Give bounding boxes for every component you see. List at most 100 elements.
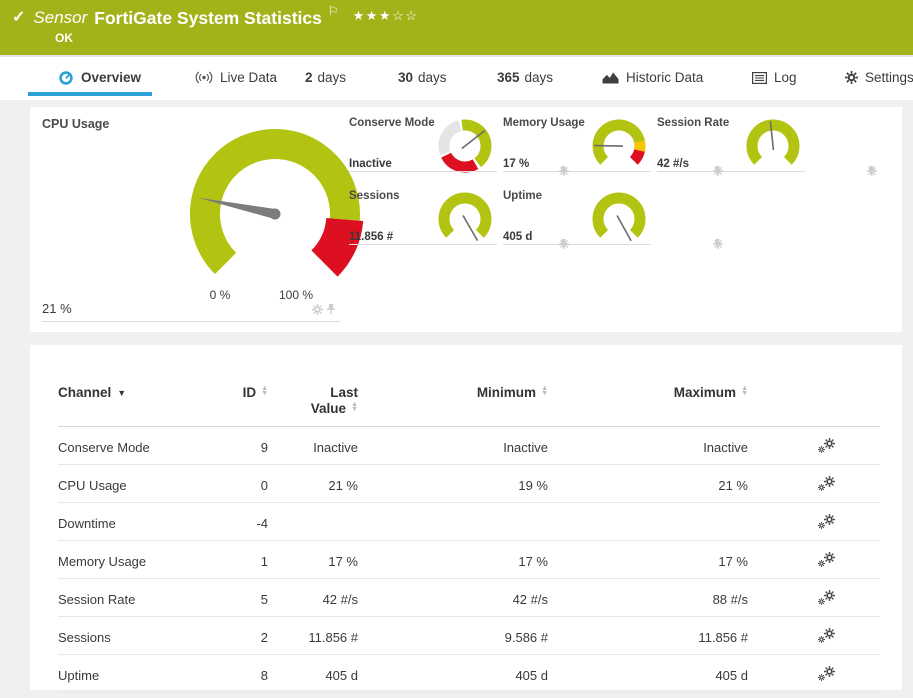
channels-table-panel: Channel ▼ ID ▲ ▼ Last Value ▲ ▼ Minimum ▲ ▼ Max… [30, 345, 902, 693]
channel-settings-gears-icon[interactable] [818, 514, 835, 529]
gauge-value: 405 d [503, 231, 533, 243]
cell-minimum: Inactive [358, 426, 548, 465]
cell-last-value: 11.856 # [268, 616, 358, 655]
conserve-mode-gauge-cell: Conserve Mode Inactive [349, 113, 569, 179]
column-label: Minimum [476, 385, 537, 400]
gauge-scale-min: 0 % [209, 288, 231, 302]
cell-divider [503, 171, 651, 172]
tab-number: 2 [305, 70, 313, 85]
channel-settings-gears-icon[interactable] [818, 552, 835, 567]
session-rate-gauge [746, 119, 800, 165]
column-label: Last [330, 385, 358, 400]
tab-365-days[interactable]: 365 days [497, 57, 553, 98]
column-header-minimum[interactable]: Minimum ▲ ▼ [358, 385, 548, 427]
cell-maximum: 11.856 # [548, 616, 748, 655]
cell-minimum: 42 #/s [358, 578, 548, 617]
table-header-row: Channel ▼ ID ▲ ▼ Last Value ▲ ▼ Minimum ▲ ▼ Max… [58, 385, 880, 427]
column-label: Channel [58, 385, 112, 400]
tab-settings[interactable]: Settings [845, 57, 913, 98]
sessions-gauge [438, 192, 492, 242]
sort-both-icon: ▲ ▼ [541, 385, 548, 397]
cell-last-value: 21 % [268, 464, 358, 503]
cell-divider [349, 171, 497, 172]
tab-number: 365 [497, 70, 520, 85]
table-row: Conserve Mode 9 Inactive Inactive Inacti… [58, 426, 880, 465]
tab-live-data[interactable]: Live Data [195, 57, 277, 98]
cell-maximum: 88 #/s [548, 578, 748, 617]
column-label: Maximum [673, 385, 737, 400]
cell-id: 2 [220, 616, 268, 655]
sort-both-icon: ▲ ▼ [741, 385, 748, 397]
sort-both-icon: ▲ ▼ [261, 385, 268, 397]
cell-last-value [268, 502, 358, 541]
channel-settings-gears-icon[interactable] [818, 438, 835, 453]
cpu-usage-gauge [190, 129, 364, 277]
tab-label: days [418, 70, 447, 85]
tab-label: Live Data [220, 70, 278, 85]
column-header-channel[interactable]: Channel ▼ [58, 385, 220, 427]
log-list-icon [752, 71, 767, 84]
settings-gear-icon [845, 71, 858, 84]
cell-maximum: 405 d [548, 654, 748, 693]
flag-icon[interactable]: ⚐ [328, 5, 339, 17]
gauge-icon [58, 70, 74, 86]
tab-bar: Overview Live Data 2 days 30 days 365 da… [0, 55, 913, 100]
status-badge: OK [55, 31, 73, 45]
live-broadcast-icon [195, 71, 213, 84]
tab-label: Historic Data [626, 70, 704, 85]
tab-30-days[interactable]: 30 days [398, 57, 447, 98]
cell-last-value: Inactive [268, 426, 358, 465]
channel-settings-gears-icon[interactable] [818, 476, 835, 491]
gauge-value: 17 % [503, 158, 530, 170]
channel-settings-gears-icon[interactable] [818, 590, 835, 605]
cell-last-value: 42 #/s [268, 578, 358, 617]
gauge-value: 42 #/s [657, 158, 689, 170]
tab-label: days [317, 70, 347, 85]
table-row: Sessions 2 11.856 # 9.586 # 11.856 # [58, 616, 880, 655]
cell-divider [349, 244, 497, 245]
column-header-last-value[interactable]: Last Value ▲ ▼ [268, 385, 358, 427]
table-row: Session Rate 5 42 #/s 42 #/s 88 #/s [58, 578, 880, 617]
gauge-scale-max: 100 % [278, 288, 314, 302]
tab-label: Log [774, 70, 797, 85]
channel-settings-gears-icon[interactable] [818, 666, 835, 681]
cell-minimum: 17 % [358, 540, 548, 579]
gauge-value: Inactive [349, 158, 392, 170]
channels-table: Channel ▼ ID ▲ ▼ Last Value ▲ ▼ Minimum ▲ ▼ Max… [58, 385, 880, 693]
tab-label: days [524, 70, 554, 85]
table-row: CPU Usage 0 21 % 19 % 21 % [58, 464, 880, 503]
table-row: Uptime 8 405 d 405 d 405 d [58, 654, 880, 693]
column-header-actions [748, 385, 880, 427]
sensor-kind-label: Sensor [33, 8, 88, 27]
cell-channel: CPU Usage [58, 464, 220, 503]
cell-channel: Uptime [58, 654, 220, 693]
column-header-id[interactable]: ID ▲ ▼ [220, 385, 268, 427]
tab-2-days[interactable]: 2 days [305, 57, 346, 98]
cell-id: 8 [220, 654, 268, 693]
cell-id: 5 [220, 578, 268, 617]
column-label: ID [242, 385, 257, 400]
cell-maximum: 21 % [548, 464, 748, 503]
cell-maximum [548, 502, 748, 541]
cell-channel: Session Rate [58, 578, 220, 617]
status-ok-check-icon: ✓ [12, 9, 26, 26]
gauge-title: Session Rate [657, 117, 730, 129]
tab-log[interactable]: Log [752, 57, 797, 98]
cell-channel: Memory Usage [58, 540, 220, 579]
gauge-settings-gear-icon[interactable] [312, 304, 323, 315]
gauges-panel: CPU Usage 0 % 100 % 21 % Conserve Mode I… [30, 107, 902, 332]
memory-usage-gauge-cell: Memory Usage 17 % [503, 113, 723, 179]
cell-id: 1 [220, 540, 268, 579]
cell-last-value: 17 % [268, 540, 358, 579]
cell-maximum: Inactive [548, 426, 748, 465]
column-header-maximum[interactable]: Maximum ▲ ▼ [548, 385, 748, 427]
stars-filled[interactable]: ★★★ [353, 8, 392, 23]
channel-settings-gears-icon[interactable] [818, 628, 835, 643]
tab-label: Settings [865, 70, 913, 85]
gauge-pin-icon[interactable] [326, 304, 336, 315]
tab-historic-data[interactable]: Historic Data [602, 57, 703, 98]
cell-maximum: 17 % [548, 540, 748, 579]
cell-id: -4 [220, 502, 268, 541]
priority-stars[interactable]: ★★★☆☆ [353, 8, 419, 24]
stars-empty[interactable]: ☆☆ [392, 8, 418, 23]
